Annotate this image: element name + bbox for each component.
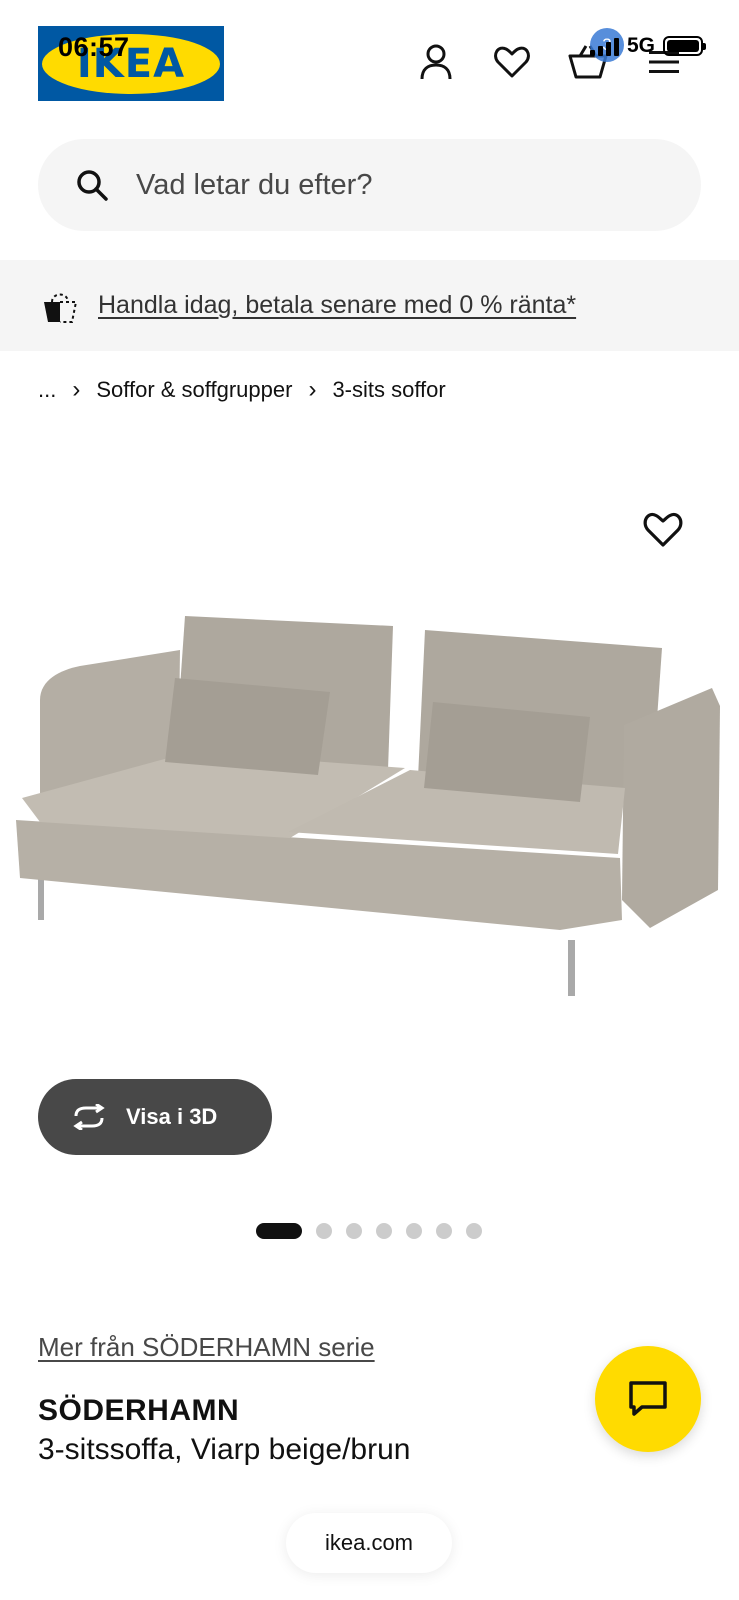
product-image[interactable]	[0, 470, 739, 1110]
chevron-right-icon: ›	[72, 376, 81, 403]
search-bar[interactable]	[38, 139, 701, 231]
shopping-bag-icon	[44, 293, 78, 323]
heart-icon[interactable]	[490, 40, 534, 84]
browser-url-bar[interactable]: ikea.com	[286, 1513, 452, 1573]
view-in-3d-label: Visa i 3D	[126, 1104, 218, 1129]
status-indicators: 5G	[589, 34, 706, 58]
view-in-3d-button[interactable]: Visa i 3D	[38, 1079, 272, 1155]
financing-banner: Handla idag, betala senare med 0 % ränta…	[0, 260, 739, 351]
user-icon[interactable]	[414, 40, 458, 84]
status-time: 06:57	[58, 32, 130, 62]
carousel-dot[interactable]	[376, 1223, 392, 1239]
carousel-dot[interactable]	[406, 1223, 422, 1239]
breadcrumb-item-sofas[interactable]: Soffor & soffgrupper	[96, 377, 292, 403]
breadcrumb: ... › Soffor & soffgrupper › 3-sits soff…	[38, 376, 446, 404]
chat-bubble-icon	[629, 1381, 667, 1416]
search-input[interactable]	[136, 168, 656, 202]
breadcrumb-item-3-seat[interactable]: 3-sits soffor	[332, 377, 445, 403]
carousel-dot[interactable]	[436, 1223, 452, 1239]
rotate-3d-icon	[73, 1104, 105, 1130]
image-carousel-dots	[256, 1223, 482, 1239]
chevron-right-icon: ›	[308, 376, 317, 403]
product-name: SÖDERHAMN	[38, 1394, 240, 1427]
breadcrumb-ellipsis[interactable]: ...	[38, 377, 56, 403]
series-link[interactable]: Mer från SÖDERHAMN serie	[38, 1332, 375, 1363]
carousel-dot[interactable]	[316, 1223, 332, 1239]
carousel-dot[interactable]	[346, 1223, 362, 1239]
favorite-heart-icon[interactable]	[643, 510, 683, 550]
carousel-dot[interactable]	[466, 1223, 482, 1239]
financing-link[interactable]: Handla idag, betala senare med 0 % ränta…	[98, 291, 576, 320]
battery-icon	[663, 36, 706, 56]
product-description: 3-sitssoffa, Viarp beige/brun	[38, 1433, 411, 1466]
chat-button[interactable]	[595, 1346, 701, 1452]
carousel-dot[interactable]	[256, 1223, 302, 1239]
network-type: 5G	[626, 34, 655, 57]
signal-icon	[589, 36, 619, 56]
search-icon	[77, 170, 108, 201]
